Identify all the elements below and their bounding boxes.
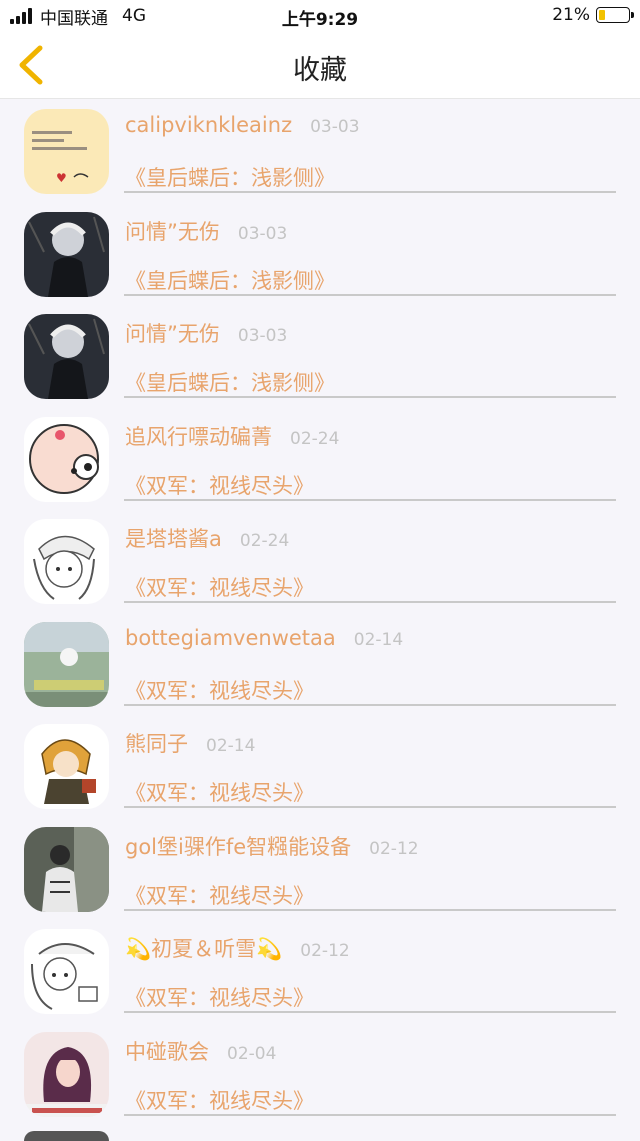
item-header: calipviknkleainz 03-03 xyxy=(125,113,360,137)
battery-fill xyxy=(599,10,605,20)
avatar[interactable]: ♥ xyxy=(24,109,109,194)
item-header: 问情”无伤 03-03 xyxy=(125,318,287,348)
avatar[interactable] xyxy=(24,826,109,912)
book-title[interactable]: 《双军：视线尽头》 xyxy=(125,1085,314,1115)
divider xyxy=(124,806,616,808)
page-title: 收藏 xyxy=(293,55,347,86)
user-name[interactable]: 💫初夏＆听雪💫 xyxy=(125,933,282,963)
avatar[interactable] xyxy=(24,314,109,399)
list-item[interactable]: 问情”无伤 03-03 《皇后蝶后：浅影侧》 xyxy=(0,304,640,407)
user-name[interactable]: 追风行嘌动碥菁 xyxy=(125,421,272,451)
item-header: 💫初夏＆听雪💫 02-12 xyxy=(125,933,350,963)
book-title[interactable]: 《双军：视线尽头》 xyxy=(125,572,314,602)
avatar[interactable] xyxy=(24,211,109,297)
item-header: 问情”无伤 03-03 xyxy=(125,216,287,246)
book-title[interactable]: 《双军：视线尽头》 xyxy=(125,675,314,705)
item-date: 02-24 xyxy=(290,428,340,449)
book-title[interactable]: 《皇后蝶后：浅影侧》 xyxy=(125,162,335,192)
status-bar: 中国联通 4G 上午9:29 21% xyxy=(0,0,640,32)
user-name[interactable]: 是塔塔酱a xyxy=(125,523,222,553)
user-name[interactable]: calipviknkleainz xyxy=(125,113,292,137)
item-date: 02-14 xyxy=(353,629,404,650)
item-header: gol堡i骒作fe智糨能设备 02-12 xyxy=(125,831,419,861)
divider xyxy=(124,601,616,603)
item-date: 02-12 xyxy=(300,941,350,961)
divider xyxy=(124,1113,616,1116)
item-header: 是塔塔酱a 02-24 xyxy=(125,523,289,553)
divider xyxy=(124,498,616,501)
list-item[interactable]: 问情”无伤 03-03 《皇后蝶后：浅影侧》 xyxy=(0,202,640,305)
divider xyxy=(124,908,616,911)
book-title[interactable]: 《皇后蝶后：浅影侧》 xyxy=(125,265,335,295)
item-header: 中碰歌会 02-04 xyxy=(125,1036,276,1066)
user-name[interactable]: 中碰歌会 xyxy=(125,1036,209,1066)
item-date: 02-24 xyxy=(239,531,290,551)
avatar[interactable] xyxy=(24,1031,109,1117)
list-item[interactable]: 追风行嘌动碥菁 02-24 《双军：视线尽头》 xyxy=(0,407,640,510)
item-date: 02-12 xyxy=(369,838,419,859)
book-title[interactable]: 《双军：视线尽头》 xyxy=(125,470,314,500)
list-item[interactable]: bottegiamvenwetaa 02-14 《双军：视线尽头》 xyxy=(0,612,640,715)
divider xyxy=(124,396,616,398)
book-title[interactable]: 《双军：视线尽头》 xyxy=(125,982,314,1012)
divider xyxy=(124,1011,616,1013)
user-name[interactable]: 问情”无伤 xyxy=(125,216,220,246)
favorites-list: ♥ calipviknkleainz 03-03 《皇后蝶后：浅影侧》 问情”无… xyxy=(0,99,640,1124)
avatar[interactable] xyxy=(24,724,109,809)
item-header: 追风行嘌动碥菁 02-24 xyxy=(125,421,339,451)
book-title[interactable]: 《双军：视线尽头》 xyxy=(125,777,314,807)
status-right: 21% xyxy=(552,5,634,25)
avatar[interactable] xyxy=(24,1131,109,1141)
item-date: 02-14 xyxy=(206,736,256,756)
book-title[interactable]: 《皇后蝶后：浅影侧》 xyxy=(125,367,335,397)
list-item[interactable]: 熊同子 02-14 《双军：视线尽头》 xyxy=(0,714,640,817)
battery-icon xyxy=(596,7,634,23)
nav-bar: 收藏 xyxy=(0,32,640,99)
item-date: 03-03 xyxy=(237,223,288,244)
book-title[interactable]: 《双军：视线尽头》 xyxy=(125,880,314,910)
list-item[interactable]: 是塔塔酱a 02-24 《双军：视线尽头》 xyxy=(0,509,640,612)
avatar[interactable] xyxy=(24,621,109,707)
item-header: 熊同子 02-14 xyxy=(125,728,255,758)
divider xyxy=(124,293,616,296)
item-header: bottegiamvenwetaa 02-14 xyxy=(125,626,403,650)
avatar[interactable] xyxy=(24,519,109,604)
item-date: 02-04 xyxy=(227,1043,277,1064)
svg-text:♥: ♥ xyxy=(56,171,67,185)
list-item[interactable]: gol堡i骒作fe智糨能设备 02-12 《双军：视线尽头》 xyxy=(0,817,640,920)
user-name[interactable]: gol堡i骒作fe智糨能设备 xyxy=(125,831,351,861)
user-name[interactable]: 熊同子 xyxy=(125,728,188,758)
avatar[interactable] xyxy=(24,929,109,1014)
item-date: 03-03 xyxy=(237,326,288,346)
user-name[interactable]: bottegiamvenwetaa xyxy=(125,626,336,650)
status-time: 上午9:29 xyxy=(281,10,359,30)
list-item[interactable]: 💫初夏＆听雪💫 02-12 《双军：视线尽头》 xyxy=(0,919,640,1022)
list-item[interactable]: ♥ calipviknkleainz 03-03 《皇后蝶后：浅影侧》 xyxy=(0,99,640,202)
user-name[interactable]: 问情”无伤 xyxy=(125,318,220,348)
divider xyxy=(124,191,616,193)
avatar[interactable] xyxy=(24,416,109,502)
item-date: 03-03 xyxy=(310,117,360,137)
list-item[interactable]: 中碰歌会 02-04 《双军：视线尽头》 xyxy=(0,1022,640,1125)
divider xyxy=(124,703,616,706)
battery-percent: 21% xyxy=(552,5,590,25)
